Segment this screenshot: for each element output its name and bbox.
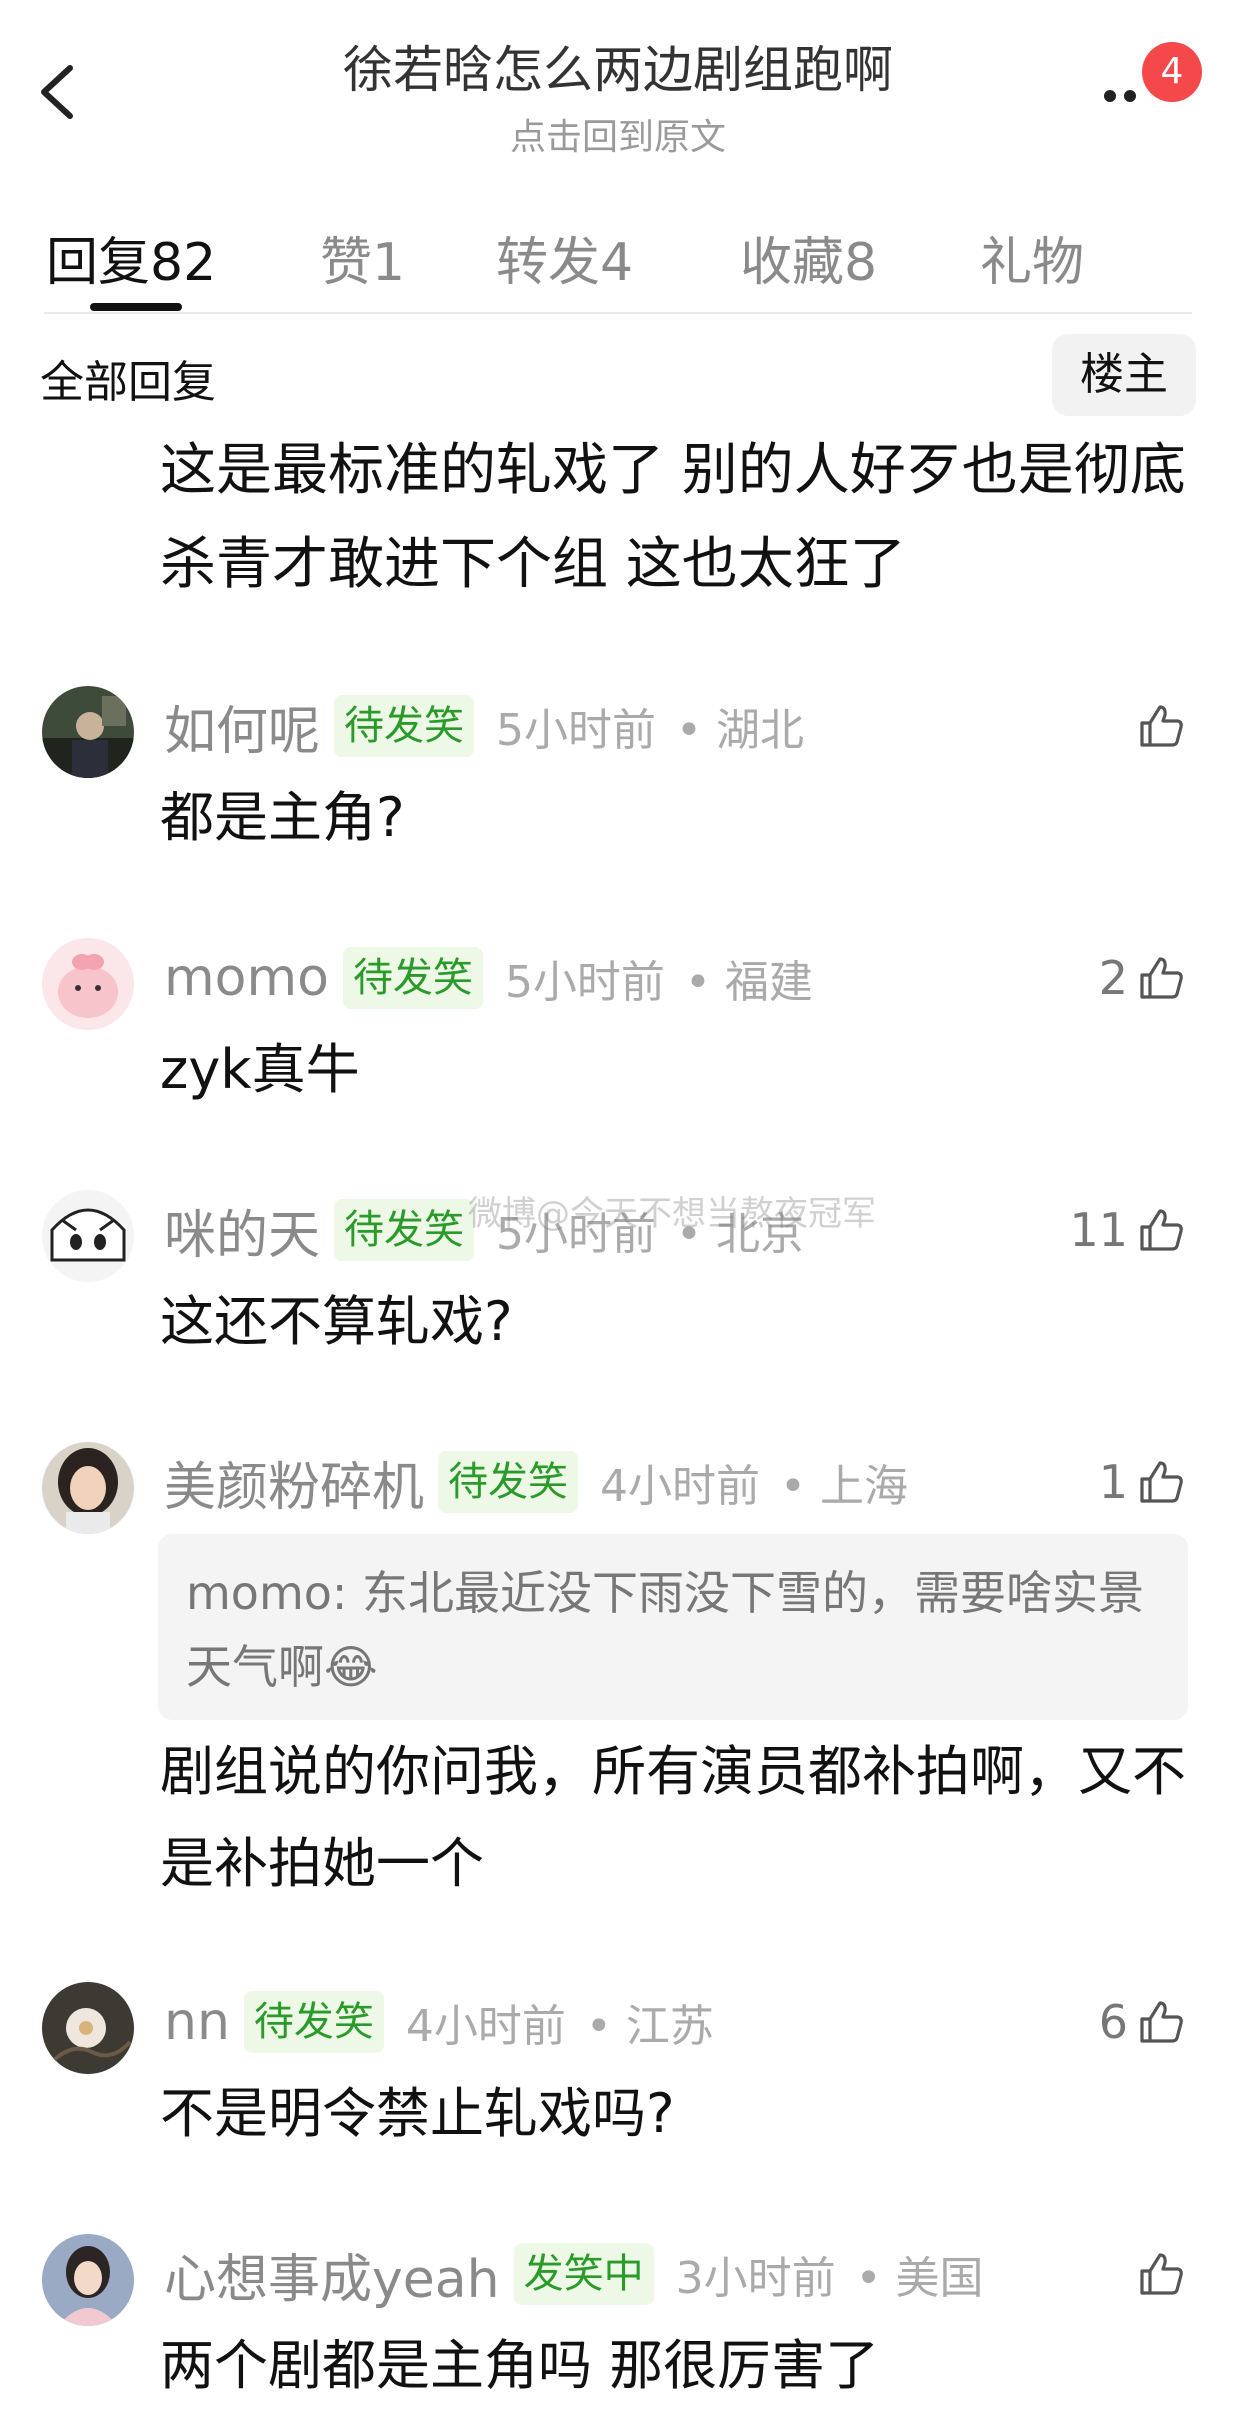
timestamp: 4小时前 — [600, 1461, 761, 1512]
username[interactable]: 美颜粉碎机 — [164, 1445, 424, 1520]
user-tag-badge: 待发笑 — [334, 1199, 475, 1261]
more-dots-icon — [1104, 90, 1116, 102]
tab-count: 1 — [372, 233, 406, 293]
comment-text: 这是最标准的轧戏了 别的人好歹也是彻底杀青才敢进下个组 这也太狂了 — [160, 438, 1186, 597]
username[interactable]: 如何呢 — [164, 689, 320, 764]
comment-text: 不是明令禁止轧戏吗? — [160, 2082, 675, 2145]
tab-count: 8 — [844, 233, 878, 293]
tab-bar: 回复82 赞1 转发4 收藏8 礼物 — [0, 200, 1236, 316]
comment-meta: 如何呢 待发笑 5小时前 • 湖北 — [164, 686, 804, 766]
thumbs-up-icon — [1140, 1209, 1183, 1251]
location: • 江苏 — [585, 2001, 714, 2052]
location: • 湖北 — [676, 705, 804, 756]
notification-badge: 4 — [1142, 42, 1202, 102]
tab-gifts[interactable]: 礼物 — [980, 220, 1084, 295]
comment-text: 都是主角? — [160, 786, 405, 849]
like-button[interactable]: 6 — [1099, 1982, 1186, 2062]
like-count: 1 — [1098, 1455, 1128, 1509]
tab-label: 赞 — [320, 233, 373, 293]
tab-label: 转发 — [496, 233, 601, 293]
like-button[interactable]: 2 — [1099, 938, 1186, 1018]
location: • 福建 — [684, 957, 813, 1008]
tab-likes[interactable]: 赞1 — [320, 220, 405, 295]
avatar[interactable] — [42, 686, 134, 778]
back-to-original-link[interactable]: 点击回到原文 — [300, 108, 936, 160]
like-count: 6 — [1098, 1995, 1128, 2049]
timestamp: 5小时前 — [504, 957, 665, 1008]
user-tag-badge: 待发笑 — [243, 1991, 384, 2053]
location: • 美国 — [855, 2253, 984, 2304]
watermark: 微博@今天不想当熬夜冠军 — [468, 1194, 876, 1234]
tab-reposts[interactable]: 转发4 — [496, 220, 633, 295]
timestamp: 5小时前 — [496, 705, 657, 756]
thumbs-up-icon — [1140, 2253, 1183, 2295]
timestamp: 3小时前 — [675, 2253, 836, 2304]
back-button[interactable] — [28, 48, 88, 136]
quoted-reply[interactable]: momo: 东北最近没下雨没下雪的，需要啥实景天气啊😂 — [158, 1534, 1188, 1720]
top-bar: 徐若晗怎么两边剧组跑啊 点击回到原文 4 — [0, 0, 1236, 170]
avatar[interactable] — [42, 938, 134, 1030]
avatar[interactable] — [42, 1982, 134, 2074]
avatar[interactable] — [42, 2234, 134, 2326]
comment-meta: 心想事成yeah 发笑中 3小时前 • 美国 — [164, 2234, 984, 2314]
more-dots-icon — [1124, 90, 1136, 102]
tab-label: 礼物 — [980, 233, 1085, 293]
username[interactable]: momo — [164, 948, 329, 1008]
comment-meta: momo 待发笑 5小时前 • 福建 — [164, 938, 813, 1018]
comment-text: 剧组说的你问我，所有演员都补拍啊，又不是补拍她一个 — [160, 1740, 1186, 1895]
comment-text: zyk真牛 — [160, 1038, 360, 1101]
active-tab-indicator — [90, 303, 182, 311]
comment-meta: 美颜粉碎机 待发笑 4小时前 • 上海 — [164, 1442, 908, 1522]
like-button[interactable]: 11 — [1069, 1190, 1186, 1270]
comment-meta: nn 待发笑 4小时前 • 江苏 — [164, 1982, 714, 2062]
comment-text: 这还不算轧戏? — [160, 1290, 513, 1353]
tab-replies[interactable]: 回复82 — [46, 220, 216, 295]
chevron-left-icon — [41, 65, 73, 119]
location: • 上海 — [780, 1461, 908, 1512]
thumbs-up-icon — [1140, 2001, 1183, 2043]
tab-count: 4 — [600, 233, 634, 293]
username[interactable]: 心想事成yeah — [164, 2237, 500, 2312]
user-tag-badge: 待发笑 — [438, 1451, 579, 1513]
op-only-button[interactable]: 楼主 — [1052, 334, 1196, 416]
comment-text: 两个剧都是主角吗 那很厉害了 — [160, 2334, 880, 2397]
like-count: 11 — [1069, 1203, 1128, 1257]
page-title[interactable]: 徐若晗怎么两边剧组跑啊 — [200, 30, 1036, 102]
thumbs-up-icon — [1140, 1461, 1183, 1503]
user-tag-badge: 发笑中 — [513, 2243, 654, 2305]
tab-label: 收藏 — [740, 233, 845, 293]
divider — [44, 312, 1192, 314]
timestamp: 4小时前 — [405, 2001, 566, 2052]
username[interactable]: 咪的天 — [164, 1193, 320, 1268]
tab-count: 82 — [150, 233, 217, 293]
user-tag-badge: 待发笑 — [342, 947, 483, 1009]
like-button[interactable] — [1128, 2234, 1186, 2314]
like-count: 2 — [1098, 951, 1128, 1005]
avatar[interactable] — [42, 1190, 134, 1282]
tab-favorites[interactable]: 收藏8 — [740, 220, 877, 295]
like-button[interactable] — [1128, 686, 1186, 766]
like-button[interactable]: 1 — [1099, 1442, 1186, 1522]
tab-label: 回复 — [46, 233, 151, 293]
all-replies-label[interactable]: 全部回复 — [40, 346, 216, 410]
username[interactable]: nn — [164, 1992, 230, 2052]
avatar[interactable] — [42, 1442, 134, 1534]
user-tag-badge: 待发笑 — [334, 695, 475, 757]
thumbs-up-icon — [1140, 705, 1183, 747]
thumbs-up-icon — [1140, 957, 1183, 999]
